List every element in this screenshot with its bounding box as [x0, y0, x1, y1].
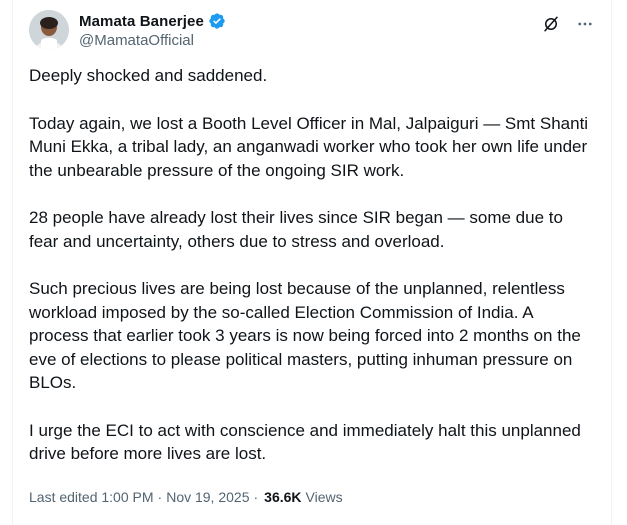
views-label: Views — [305, 489, 343, 505]
post-actions — [537, 10, 599, 38]
post-paragraph: I urge the ECI to act with conscience an… — [29, 420, 581, 464]
post-date-link[interactable]: Nov 19, 2025 — [166, 489, 249, 505]
avatar[interactable] — [29, 10, 69, 50]
meta-separator: · — [253, 489, 259, 505]
more-dots-icon[interactable] — [571, 10, 599, 38]
post-meta: Last edited 1:00 PM · Nov 19, 2025 · 36.… — [29, 489, 343, 505]
post-paragraph: 28 people have already lost their lives … — [29, 208, 563, 251]
avatar-image — [29, 10, 69, 50]
post-paragraph: Deeply shocked and saddened. — [29, 66, 268, 85]
grok-translate-icon[interactable] — [537, 10, 565, 38]
author-name-row[interactable]: Mamata Banerjee — [79, 12, 226, 30]
author-name[interactable]: Mamata Banerjee — [79, 13, 204, 30]
post-paragraph: Such precious lives are being lost becau… — [29, 279, 581, 392]
post-text: Deeply shocked and saddened. Today again… — [29, 64, 593, 490]
views-count[interactable]: 36.6K — [264, 489, 301, 505]
post-card: Mamata Banerjee @MamataOfficial Deeply s… — [12, 0, 612, 525]
post-paragraph: Today again, we lost a Booth Level Offic… — [29, 113, 589, 180]
post-header: Mamata Banerjee @MamataOfficial — [29, 10, 599, 54]
verified-badge-icon — [209, 13, 225, 29]
author-handle[interactable]: @MamataOfficial — [79, 32, 194, 49]
meta-separator: · — [157, 489, 163, 505]
edited-timestamp-link[interactable]: Last edited 1:00 PM — [29, 489, 154, 505]
